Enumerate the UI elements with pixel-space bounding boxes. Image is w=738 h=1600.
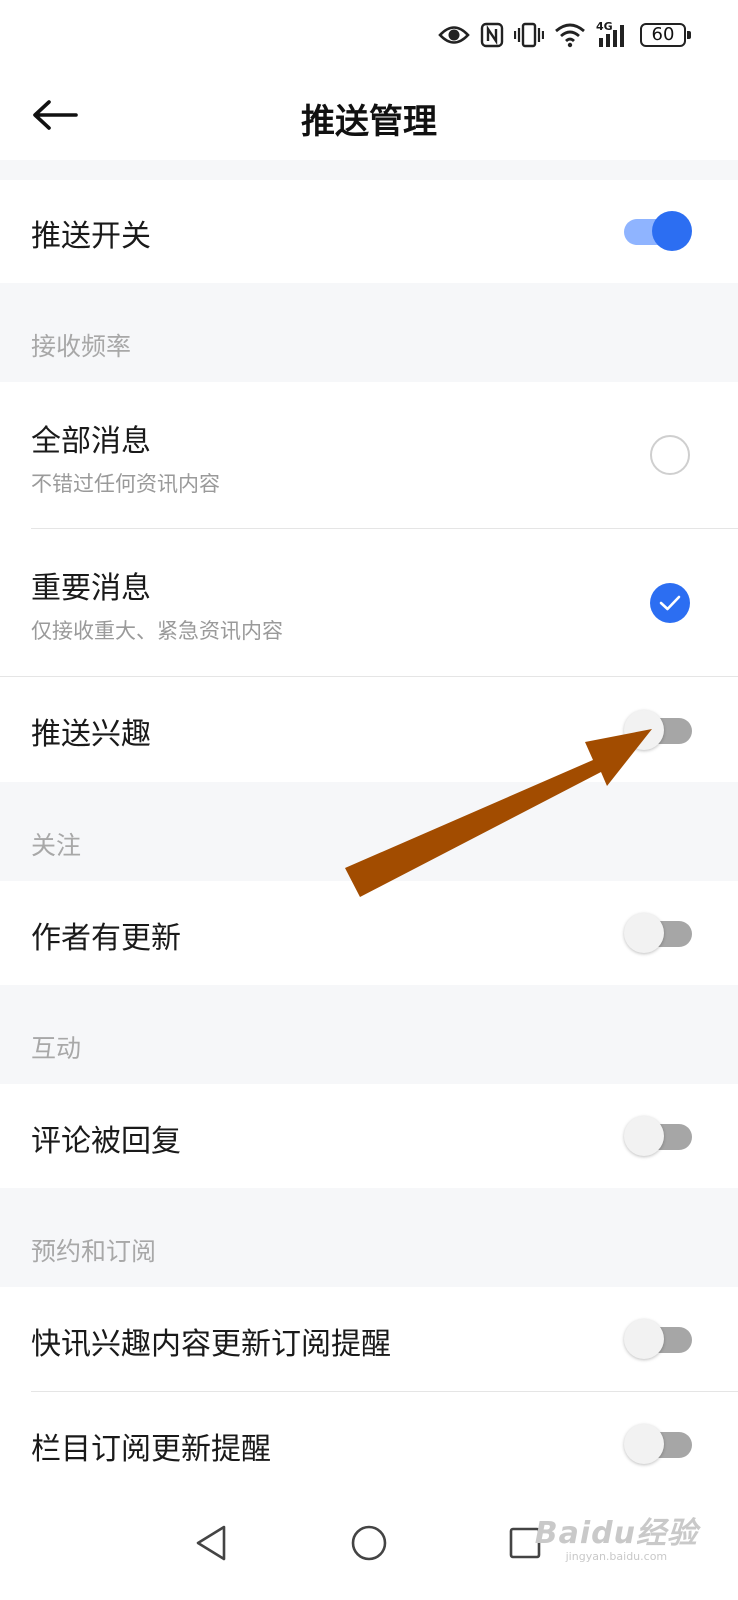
toggle-knob [624, 1319, 664, 1359]
author-update-toggle[interactable] [624, 913, 692, 953]
section-subscription-label: 预约和订阅 [31, 1237, 157, 1266]
frequency-option-all[interactable]: 全部消息 不错过任何资讯内容 [0, 382, 738, 529]
section-follow: 关注 [0, 782, 738, 881]
battery-indicator: 60 [640, 23, 691, 47]
section-interaction: 互动 [0, 985, 738, 1084]
push-switch-toggle[interactable] [624, 211, 692, 251]
app-header: 推送管理 [0, 70, 738, 160]
comment-reply-row[interactable]: 评论被回复 [0, 1084, 738, 1188]
push-interest-toggle[interactable] [624, 710, 692, 750]
comment-reply-label: 评论被回复 [31, 1124, 181, 1159]
frequency-option-important-desc: 仅接收重大、紧急资讯内容 [31, 619, 283, 643]
flash-interest-row[interactable]: 快讯兴趣内容更新订阅提醒 [0, 1287, 738, 1392]
column-subscription-toggle[interactable] [624, 1424, 692, 1464]
frequency-all-radio[interactable] [650, 435, 690, 475]
comment-reply-toggle[interactable] [624, 1116, 692, 1156]
frequency-important-radio[interactable] [650, 583, 690, 623]
column-subscription-row[interactable]: 栏目订阅更新提醒 [0, 1392, 738, 1492]
flash-interest-toggle[interactable] [624, 1319, 692, 1359]
frequency-option-all-desc: 不错过任何资讯内容 [31, 472, 220, 496]
status-icons: 4G 60 [438, 18, 691, 52]
push-interest-label: 推送兴趣 [31, 717, 151, 752]
watermark: Baidu经验 jingyan.baidu.com [535, 1508, 698, 1563]
section-frequency-label: 接收频率 [31, 332, 132, 361]
column-subscription-label: 栏目订阅更新提醒 [31, 1432, 271, 1467]
watermark-main: Baidu经验 [534, 1516, 698, 1551]
vibrate-icon [514, 22, 544, 48]
nav-back-button[interactable] [186, 1518, 236, 1568]
toggle-knob [624, 710, 664, 750]
nav-home-button[interactable] [344, 1518, 394, 1568]
toggle-knob [624, 913, 664, 953]
frequency-option-important[interactable]: 重要消息 仅接收重大、紧急资讯内容 [0, 529, 738, 677]
status-bar: 4G 60 [0, 0, 738, 70]
author-update-label: 作者有更新 [31, 921, 181, 956]
frequency-option-all-label: 全部消息 [31, 424, 151, 459]
author-update-row[interactable]: 作者有更新 [0, 881, 738, 985]
flash-interest-label: 快讯兴趣内容更新订阅提醒 [31, 1327, 391, 1362]
section-subscription: 预约和订阅 [0, 1188, 738, 1287]
toggle-knob [624, 1116, 664, 1156]
section-interaction-label: 互动 [31, 1034, 82, 1063]
section-frequency: 接收频率 [0, 283, 738, 382]
triangle-back-icon [196, 1525, 226, 1561]
eye-icon [438, 26, 470, 44]
push-interest-row[interactable]: 推送兴趣 [0, 677, 738, 782]
push-switch-row[interactable]: 推送开关 [0, 180, 738, 283]
frequency-option-important-label: 重要消息 [31, 571, 151, 606]
cellular-signal-icon: 4G [596, 20, 630, 48]
wifi-icon [555, 23, 585, 48]
toggle-knob [652, 211, 692, 251]
nfc-icon [480, 22, 504, 48]
push-switch-label: 推送开关 [31, 219, 151, 254]
toggle-knob [624, 1424, 664, 1464]
page-title: 推送管理 [301, 102, 437, 142]
system-navigation-bar: Baidu经验 jingyan.baidu.com [0, 1490, 738, 1600]
circle-home-icon [351, 1525, 387, 1561]
checkmark-icon [659, 595, 681, 611]
section-follow-label: 关注 [31, 831, 82, 860]
